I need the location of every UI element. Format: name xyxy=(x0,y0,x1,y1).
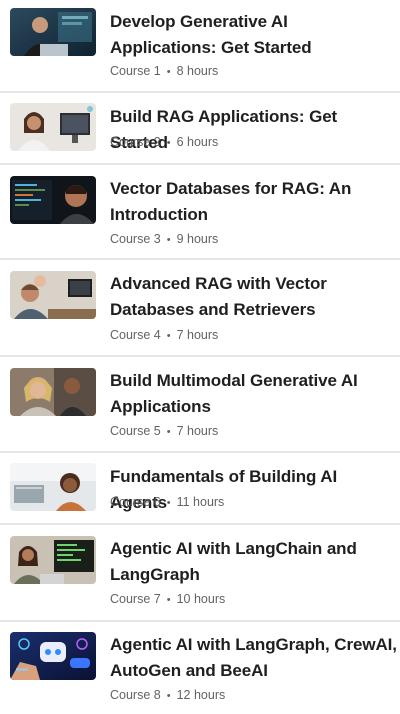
course-item[interactable]: Agentic AI with LangChain and LangGraph … xyxy=(0,525,400,620)
course-thumbnail[interactable] xyxy=(10,368,96,416)
course-thumbnail[interactable] xyxy=(10,271,96,319)
course-duration: 8 hours xyxy=(176,64,219,78)
course-meta: Course 6 • 11 hours xyxy=(110,493,224,512)
course-number: Course 2 xyxy=(110,135,161,149)
course-title[interactable]: Build Multimodal Generative AI Applicati… xyxy=(110,368,398,420)
course-duration: 7 hours xyxy=(176,424,219,438)
course-duration: 9 hours xyxy=(176,232,219,246)
woman-with-laptop-photo-icon xyxy=(10,536,96,584)
course-duration: 11 hours xyxy=(176,495,225,509)
man-at-desk-photo-icon xyxy=(10,271,96,319)
course-item[interactable]: Advanced RAG with Vector Databases and R… xyxy=(0,260,400,355)
course-item[interactable]: Agentic AI with LangGraph, CrewAI, AutoG… xyxy=(0,622,400,714)
woman-in-office-photo-icon xyxy=(10,463,96,511)
separator-dot: • xyxy=(166,137,171,149)
course-item[interactable]: Build Multimodal Generative AI Applicati… xyxy=(0,357,400,451)
course-item[interactable]: Develop Generative AI Applications: Get … xyxy=(0,0,400,93)
course-thumbnail[interactable] xyxy=(10,463,96,511)
course-number: Course 3 xyxy=(110,232,161,246)
course-duration: 10 hours xyxy=(176,592,226,606)
course-meta: Course 3 • 9 hours xyxy=(110,230,218,249)
course-meta: Course 7 • 10 hours xyxy=(110,590,225,609)
course-number: Course 8 xyxy=(110,688,161,702)
course-number: Course 4 xyxy=(110,328,161,342)
course-meta: Course 8 • 12 hours xyxy=(110,686,225,705)
separator-dot: • xyxy=(166,426,171,438)
robot-chat-illustration-icon xyxy=(10,632,96,680)
course-meta: Course 4 • 7 hours xyxy=(110,326,218,345)
smiling-team-photo-icon xyxy=(10,368,96,416)
course-item[interactable]: Build RAG Applications: Get Started Cour… xyxy=(0,93,400,163)
course-thumbnail[interactable] xyxy=(10,176,96,224)
course-title[interactable]: Vector Databases for RAG: An Introductio… xyxy=(110,176,398,228)
course-item[interactable]: Vector Databases for RAG: An Introductio… xyxy=(0,165,400,258)
course-title[interactable]: Develop Generative AI Applications: Get … xyxy=(110,9,398,61)
course-duration: 7 hours xyxy=(176,328,219,342)
separator-dot: • xyxy=(166,690,171,702)
course-thumbnail[interactable] xyxy=(10,632,96,680)
course-number: Course 7 xyxy=(110,592,161,606)
course-title[interactable]: Agentic AI with LangGraph, CrewAI, AutoG… xyxy=(110,632,398,684)
course-meta: Course 2 • 6 hours xyxy=(110,133,218,152)
separator-dot: • xyxy=(166,66,171,78)
course-number: Course 6 xyxy=(110,495,161,509)
separator-dot: • xyxy=(166,330,171,342)
woman-at-monitor-photo-icon xyxy=(10,103,96,151)
person-with-laptop-photo-icon xyxy=(10,8,96,56)
course-number: Course 1 xyxy=(110,64,161,78)
course-title[interactable]: Advanced RAG with Vector Databases and R… xyxy=(110,271,398,323)
course-number: Course 5 xyxy=(110,424,161,438)
course-thumbnail[interactable] xyxy=(10,536,96,584)
course-meta: Course 1 • 8 hours xyxy=(110,62,218,81)
separator-dot: • xyxy=(166,234,171,246)
course-thumbnail[interactable] xyxy=(10,8,96,56)
course-duration: 6 hours xyxy=(176,135,219,149)
course-title[interactable]: Agentic AI with LangChain and LangGraph xyxy=(110,536,398,588)
separator-dot: • xyxy=(166,497,171,509)
course-meta: Course 5 • 7 hours xyxy=(110,422,218,441)
course-thumbnail[interactable] xyxy=(10,103,96,151)
course-item[interactable]: Fundamentals of Building AI Agents Cours… xyxy=(0,453,400,523)
separator-dot: • xyxy=(166,594,171,606)
man-with-code-screen-photo-icon xyxy=(10,176,96,224)
course-duration: 12 hours xyxy=(176,688,226,702)
